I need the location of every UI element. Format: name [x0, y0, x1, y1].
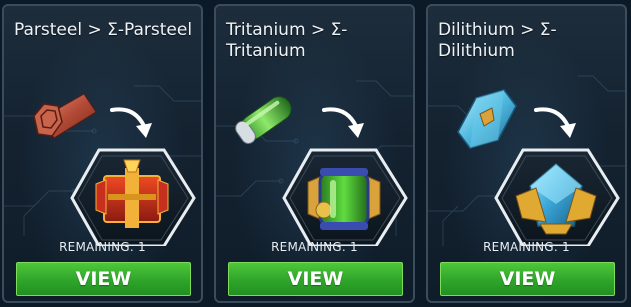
- card-dilithium[interactable]: Dilithium > Σ-Dilithium REMAINING: 1 VIE…: [426, 4, 627, 303]
- arrow-head-icon: [560, 123, 576, 138]
- view-button[interactable]: VIEW: [228, 262, 403, 296]
- arrow-icon: [110, 107, 146, 128]
- card-title: Tritanium > Σ-Tritanium: [226, 20, 348, 61]
- conversion-art: [33, 93, 196, 246]
- sigma-tritanium-canister-icon: [282, 148, 408, 246]
- view-button[interactable]: VIEW: [440, 262, 615, 296]
- sigma-parsteel-crate-icon: [70, 148, 196, 246]
- dilithium-crystal-icon: [457, 89, 517, 149]
- card-tritanium[interactable]: Tritanium > Σ-Tritanium REMAINING: 1 VIE…: [214, 4, 415, 303]
- arrow-icon: [534, 107, 570, 128]
- arrow-head-icon: [136, 123, 152, 138]
- tritanium-capsule-icon: [235, 96, 292, 144]
- conversion-art: [457, 89, 620, 246]
- arrow-icon: [322, 107, 358, 128]
- refinery-cards: Parsteel > Σ-Parsteel REMAINING: 1 VIEW …: [0, 0, 631, 307]
- card-title: Parsteel > Σ-Parsteel: [14, 20, 193, 40]
- remaining-count: REMAINING: 1: [483, 240, 570, 254]
- conversion-art: [235, 96, 408, 246]
- remaining-count: REMAINING: 1: [59, 240, 146, 254]
- remaining-count: REMAINING: 1: [271, 240, 358, 254]
- arrow-head-icon: [348, 123, 364, 138]
- card-parsteel[interactable]: Parsteel > Σ-Parsteel REMAINING: 1 VIEW: [2, 4, 203, 303]
- card-title: Dilithium > Σ-Dilithium: [438, 20, 557, 61]
- sigma-dilithium-crystal-icon: [494, 148, 620, 246]
- view-button[interactable]: VIEW: [16, 262, 191, 296]
- parsteel-hex-bar-icon: [33, 93, 97, 139]
